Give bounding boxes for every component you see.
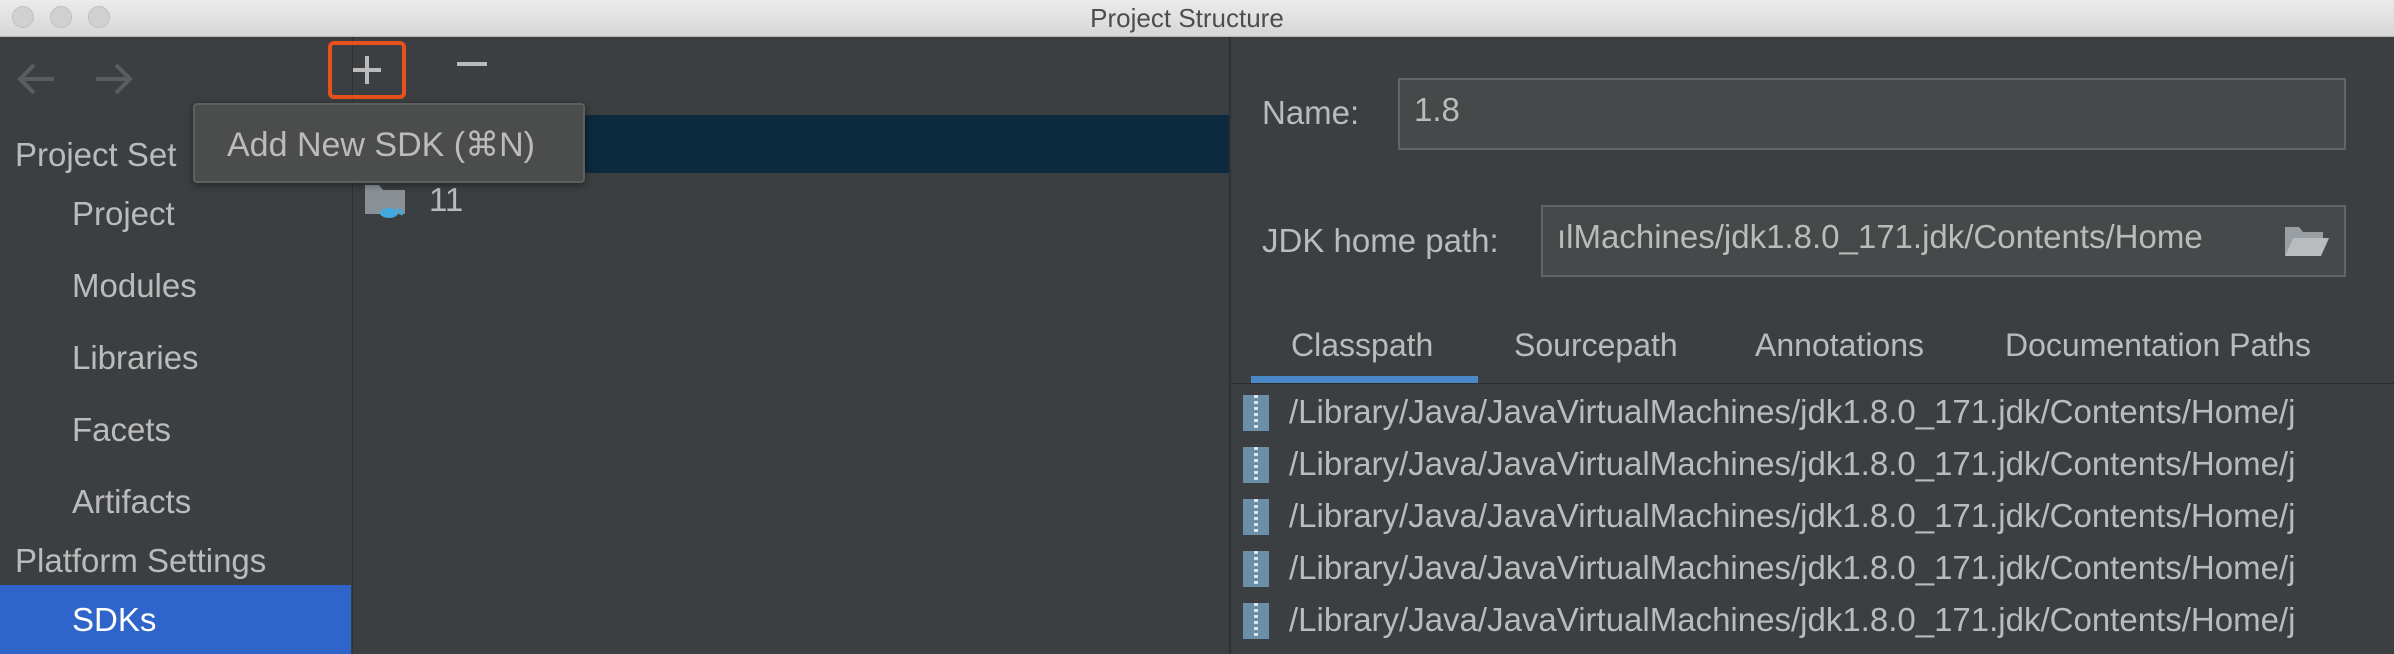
jdk-home-path-value: ılMachines/jdk1.8.0_171.jdk/Contents/Hom… (1557, 218, 2203, 255)
back-arrow-icon[interactable] (14, 59, 58, 106)
jar-archive-icon (1241, 445, 1271, 490)
classpath-entry: /Library/Java/JavaVirtualMachines/jdk1.8… (1289, 601, 2296, 638)
tab-classpath[interactable]: Classpath (1291, 327, 1433, 364)
title-bar: Project Structure (0, 0, 2394, 37)
sidebar-item-artifacts[interactable]: Artifacts (0, 474, 351, 530)
window-title: Project Structure (1090, 3, 1284, 33)
classpath-row[interactable]: /Library/Java/JavaVirtualMachines/jdk1.8… (1241, 595, 2394, 647)
jar-archive-icon (1241, 497, 1271, 542)
project-settings-header: Project Set (15, 136, 177, 173)
active-tab-indicator (1251, 376, 1478, 383)
add-sdk-tooltip: Add New SDK (⌘N) (193, 103, 585, 183)
sidebar-item-libraries[interactable]: Libraries (0, 330, 351, 386)
classpath-entry: /Library/Java/JavaVirtualMachines/jdk1.8… (1289, 393, 2296, 430)
add-sdk-button[interactable] (328, 41, 406, 99)
tab-sourcepath[interactable]: Sourcepath (1514, 327, 1678, 364)
classpath-entry: /Library/Java/JavaVirtualMachines/jdk1.8… (1289, 497, 2296, 534)
classpath-entry: /Library/Java/JavaVirtualMachines/jdk1.8… (1289, 549, 2296, 586)
remove-sdk-button[interactable] (445, 45, 499, 91)
tab-annotations[interactable]: Annotations (1755, 327, 1924, 364)
sidebar-item-project[interactable]: Project (0, 186, 351, 242)
sdk-item-label: 11 (429, 181, 464, 218)
classpath-row[interactable]: /Library/Java/JavaVirtualMachines/jdk1.8… (1241, 543, 2394, 595)
classpath-row[interactable]: /Library/Java/JavaVirtualMachines/jdk1.8… (1241, 439, 2394, 491)
name-label: Name: (1262, 94, 1360, 131)
tabs-divider (1231, 383, 2394, 384)
plus-icon (349, 56, 385, 92)
platform-settings-header: Platform Settings (15, 542, 267, 579)
tab-documentation-paths[interactable]: Documentation Paths (2005, 327, 2311, 364)
jar-archive-icon (1241, 601, 1271, 646)
jar-archive-icon (1241, 549, 1271, 594)
classpath-row[interactable]: /Library/Java/JavaVirtualMachines/jdk1.8… (1241, 387, 2394, 439)
minus-icon (455, 44, 489, 91)
jdk-home-path-label: JDK home path: (1262, 222, 1499, 259)
classpath-row[interactable]: /Library/Java/JavaVirtualMachines/jdk1.8… (1241, 491, 2394, 543)
sidebar-item-sdks[interactable]: SDKs (0, 585, 351, 654)
browse-folder-icon[interactable] (2283, 221, 2331, 266)
jdk-home-path-field[interactable]: ılMachines/jdk1.8.0_171.jdk/Contents/Hom… (1541, 205, 2346, 277)
forward-arrow-icon[interactable] (92, 59, 136, 106)
sidebar-item-facets[interactable]: Facets (0, 402, 351, 458)
sidebar-item-modules[interactable]: Modules (0, 258, 351, 314)
jar-archive-icon (1241, 393, 1271, 438)
sdk-detail-pane: Name: 1.8 JDK home path: ılMachines/jdk1… (1229, 37, 2394, 654)
classpath-entry: /Library/Java/JavaVirtualMachines/jdk1.8… (1289, 445, 2296, 482)
name-field[interactable]: 1.8 (1398, 78, 2346, 150)
